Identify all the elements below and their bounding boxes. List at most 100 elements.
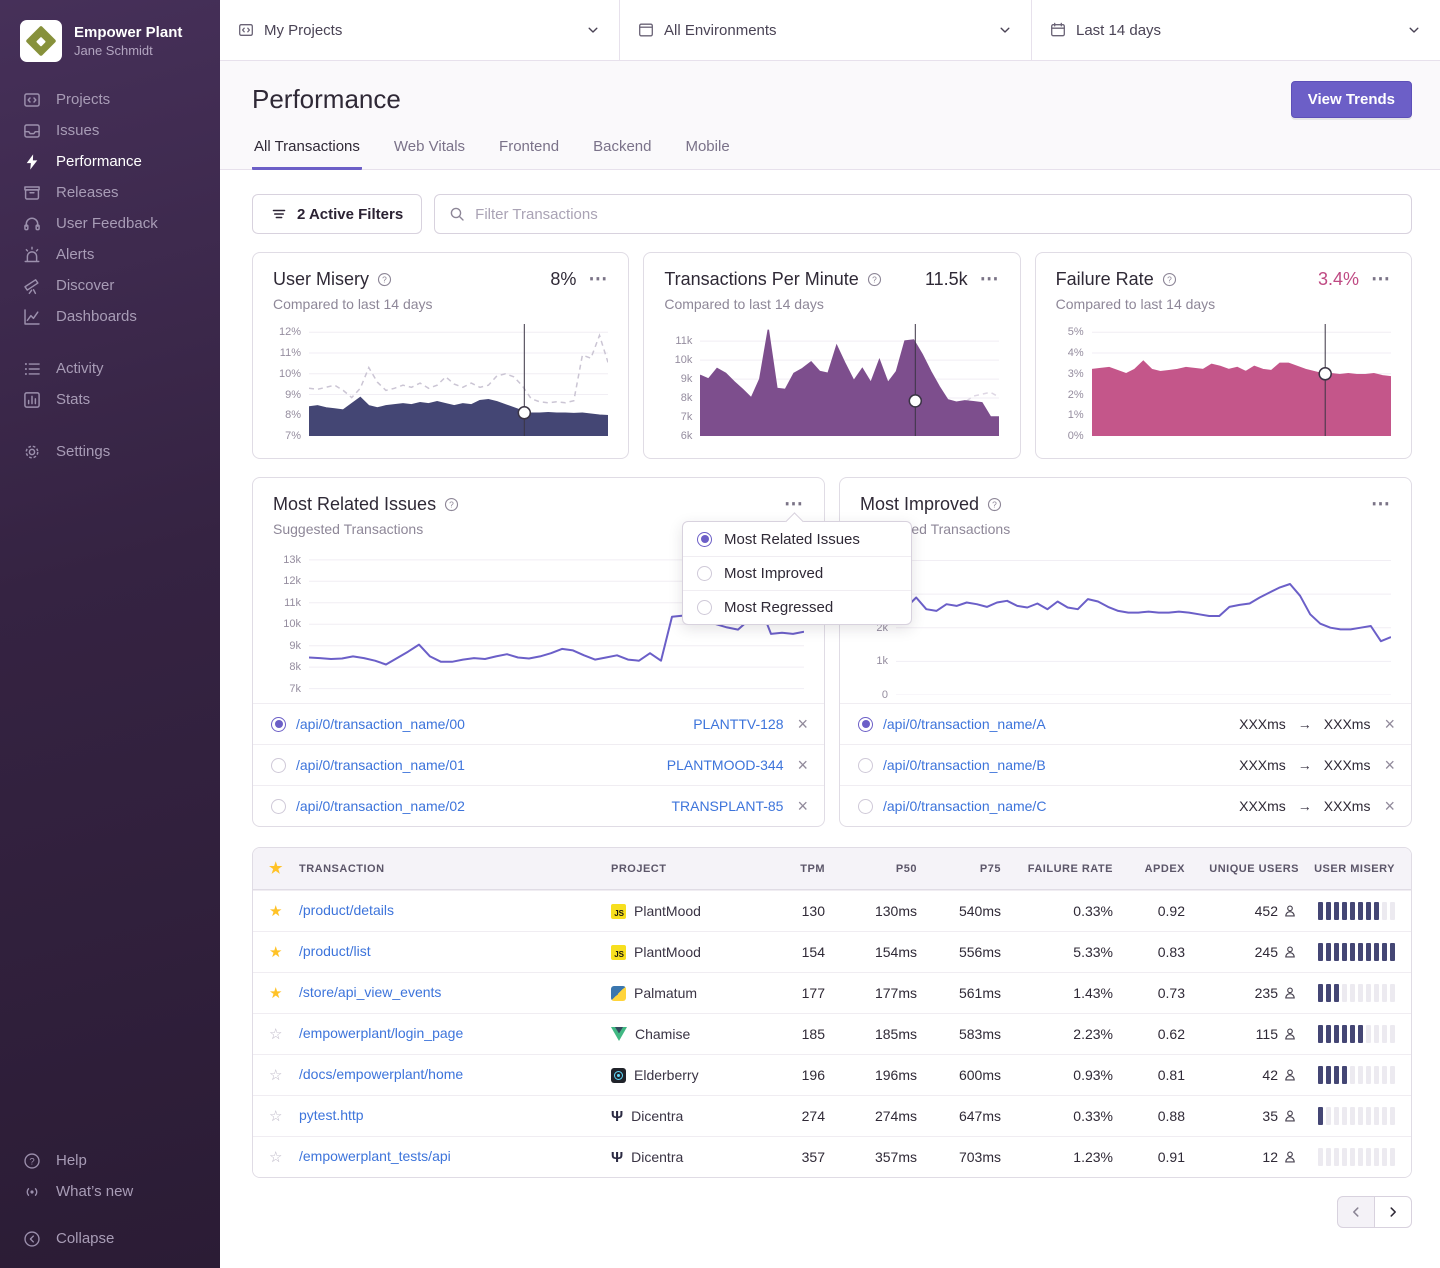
transaction-link[interactable]: /api/0/transaction_name/B xyxy=(883,757,1229,773)
col-p50[interactable]: P50 xyxy=(825,863,917,875)
radio-selected[interactable] xyxy=(858,717,873,732)
previous-page-button[interactable] xyxy=(1337,1196,1375,1228)
issue-link[interactable]: TRANSPLANT-85 xyxy=(671,798,783,814)
sidebar-item-activity[interactable]: Activity xyxy=(0,353,220,384)
help-circle-icon[interactable]: ? xyxy=(1162,272,1177,287)
menu-item-most-regressed[interactable]: Most Regressed xyxy=(683,590,911,624)
col-tpm[interactable]: TPM xyxy=(761,863,825,875)
transaction-link[interactable]: /api/0/transaction_name/C xyxy=(883,798,1229,814)
close-icon[interactable]: × xyxy=(793,758,808,772)
star-toggle[interactable]: ★ xyxy=(269,904,282,919)
most-improved-chart[interactable] xyxy=(896,547,1391,695)
radio-unselected[interactable] xyxy=(858,758,873,773)
tpm-chart[interactable] xyxy=(700,324,999,436)
radio-unselected[interactable] xyxy=(858,799,873,814)
help-circle-icon[interactable]: ? xyxy=(444,497,459,512)
sidebar-collapse-button[interactable]: Collapse xyxy=(0,1223,220,1254)
environment-filter-dropdown[interactable]: All Environments xyxy=(620,0,1032,60)
most-improved-card: Most Improved ? ⋯ Suggested Transactions… xyxy=(839,477,1412,827)
search-input[interactable] xyxy=(475,206,1397,223)
more-options-icon[interactable]: ⋯ xyxy=(1371,275,1391,285)
radio-unselected[interactable] xyxy=(271,758,286,773)
arrow-right-icon: → xyxy=(1296,716,1314,732)
transaction-link[interactable]: /api/0/transaction_name/A xyxy=(883,716,1229,732)
sidebar-item-help[interactable]: ? Help xyxy=(0,1145,220,1176)
sidebar-item-whats-new[interactable]: What’s new xyxy=(0,1176,220,1207)
close-icon[interactable]: × xyxy=(1380,799,1395,813)
sidebar-item-alerts[interactable]: Alerts xyxy=(0,239,220,270)
sidebar-item-projects[interactable]: Projects xyxy=(0,84,220,115)
transaction-link[interactable]: pytest.http xyxy=(299,1107,364,1123)
transaction-link[interactable]: /empowerplant/login_page xyxy=(299,1025,463,1041)
apdex-value: 0.91 xyxy=(1113,1149,1185,1165)
col-unique-users[interactable]: Unique Users xyxy=(1185,863,1299,875)
transaction-link[interactable]: /product/list xyxy=(299,943,371,959)
sidebar-item-performance[interactable]: Performance xyxy=(0,146,220,177)
close-icon[interactable]: × xyxy=(793,717,808,731)
next-page-button[interactable] xyxy=(1374,1196,1412,1228)
radio-unselected[interactable] xyxy=(697,566,712,581)
help-circle-icon[interactable]: ? xyxy=(867,272,882,287)
view-trends-button[interactable]: View Trends xyxy=(1291,81,1412,118)
date-range-dropdown[interactable]: Last 14 days xyxy=(1032,0,1440,60)
star-toggle[interactable]: ★ xyxy=(269,945,282,960)
star-toggle[interactable]: ☆ xyxy=(269,1027,282,1042)
more-options-icon[interactable]: ⋯ xyxy=(784,500,804,510)
card-title: User Misery xyxy=(273,269,369,290)
failure-rate-value: 5.33% xyxy=(1001,944,1113,960)
radio-unselected[interactable] xyxy=(697,600,712,615)
col-failure-rate[interactable]: Failure Rate xyxy=(1001,863,1113,875)
more-options-icon[interactable]: ⋯ xyxy=(980,275,1000,285)
sidebar-item-settings[interactable]: Settings xyxy=(0,436,220,467)
col-p75[interactable]: P75 xyxy=(917,863,1001,875)
transaction-link[interactable]: /api/0/transaction_name/02 xyxy=(296,798,661,814)
sidebar-item-user-feedback[interactable]: User Feedback xyxy=(0,208,220,239)
issue-link[interactable]: PLANTTV-128 xyxy=(693,716,783,732)
transaction-link[interactable]: /api/0/transaction_name/01 xyxy=(296,757,657,773)
tab-web-vitals[interactable]: Web Vitals xyxy=(392,138,467,170)
transaction-link[interactable]: /store/api_view_events xyxy=(299,984,441,1000)
help-circle-icon[interactable]: ? xyxy=(377,272,392,287)
star-toggle[interactable]: ☆ xyxy=(269,1068,282,1083)
col-user-misery[interactable]: User Misery xyxy=(1299,863,1411,875)
transaction-search[interactable] xyxy=(434,194,1412,234)
tab-frontend[interactable]: Frontend xyxy=(497,138,561,170)
col-apdex[interactable]: Apdex xyxy=(1113,863,1185,875)
menu-item-most-related-issues[interactable]: Most Related Issues xyxy=(683,522,911,556)
org-switcher[interactable]: Empower Plant Jane Schmidt xyxy=(0,0,220,70)
star-toggle[interactable]: ★ xyxy=(269,986,282,1001)
transaction-link[interactable]: /docs/empowerplant/home xyxy=(299,1066,463,1082)
close-icon[interactable]: × xyxy=(793,799,808,813)
close-icon[interactable]: × xyxy=(1380,758,1395,772)
transaction-link[interactable]: /api/0/transaction_name/00 xyxy=(296,716,683,732)
radio-unselected[interactable] xyxy=(271,799,286,814)
p75-value: 600ms xyxy=(917,1067,1001,1083)
tab-all-transactions[interactable]: All Transactions xyxy=(252,138,362,170)
close-icon[interactable]: × xyxy=(1380,717,1395,731)
transaction-link[interactable]: /product/details xyxy=(299,902,394,918)
sidebar-item-dashboards[interactable]: Dashboards xyxy=(0,301,220,332)
transaction-link[interactable]: /empowerplant_tests/api xyxy=(299,1148,451,1164)
menu-item-most-improved[interactable]: Most Improved xyxy=(683,556,911,590)
more-options-icon[interactable]: ⋯ xyxy=(588,275,608,285)
radio-selected[interactable] xyxy=(271,717,286,732)
active-filters-button[interactable]: 2 Active Filters xyxy=(252,194,422,234)
issue-link[interactable]: PLANTMOOD-344 xyxy=(667,757,784,773)
sidebar-item-releases[interactable]: Releases xyxy=(0,177,220,208)
sidebar-item-discover[interactable]: Discover xyxy=(0,270,220,301)
sidebar-item-issues[interactable]: Issues xyxy=(0,115,220,146)
radio-selected[interactable] xyxy=(697,532,712,547)
star-toggle[interactable]: ☆ xyxy=(269,1109,282,1124)
user-misery-chart[interactable] xyxy=(309,324,608,436)
tab-backend[interactable]: Backend xyxy=(591,138,653,170)
more-options-icon[interactable]: ⋯ xyxy=(1371,500,1391,510)
project-filter-dropdown[interactable]: My Projects xyxy=(220,0,620,60)
star-toggle[interactable]: ☆ xyxy=(269,1150,282,1165)
sidebar-item-stats[interactable]: Stats xyxy=(0,384,220,415)
user-icon xyxy=(1283,1109,1297,1123)
col-project[interactable]: Project xyxy=(611,863,761,875)
help-circle-icon[interactable]: ? xyxy=(987,497,1002,512)
tab-mobile[interactable]: Mobile xyxy=(683,138,731,170)
failure-rate-chart[interactable] xyxy=(1092,324,1391,436)
col-transaction[interactable]: Transaction xyxy=(299,863,611,875)
